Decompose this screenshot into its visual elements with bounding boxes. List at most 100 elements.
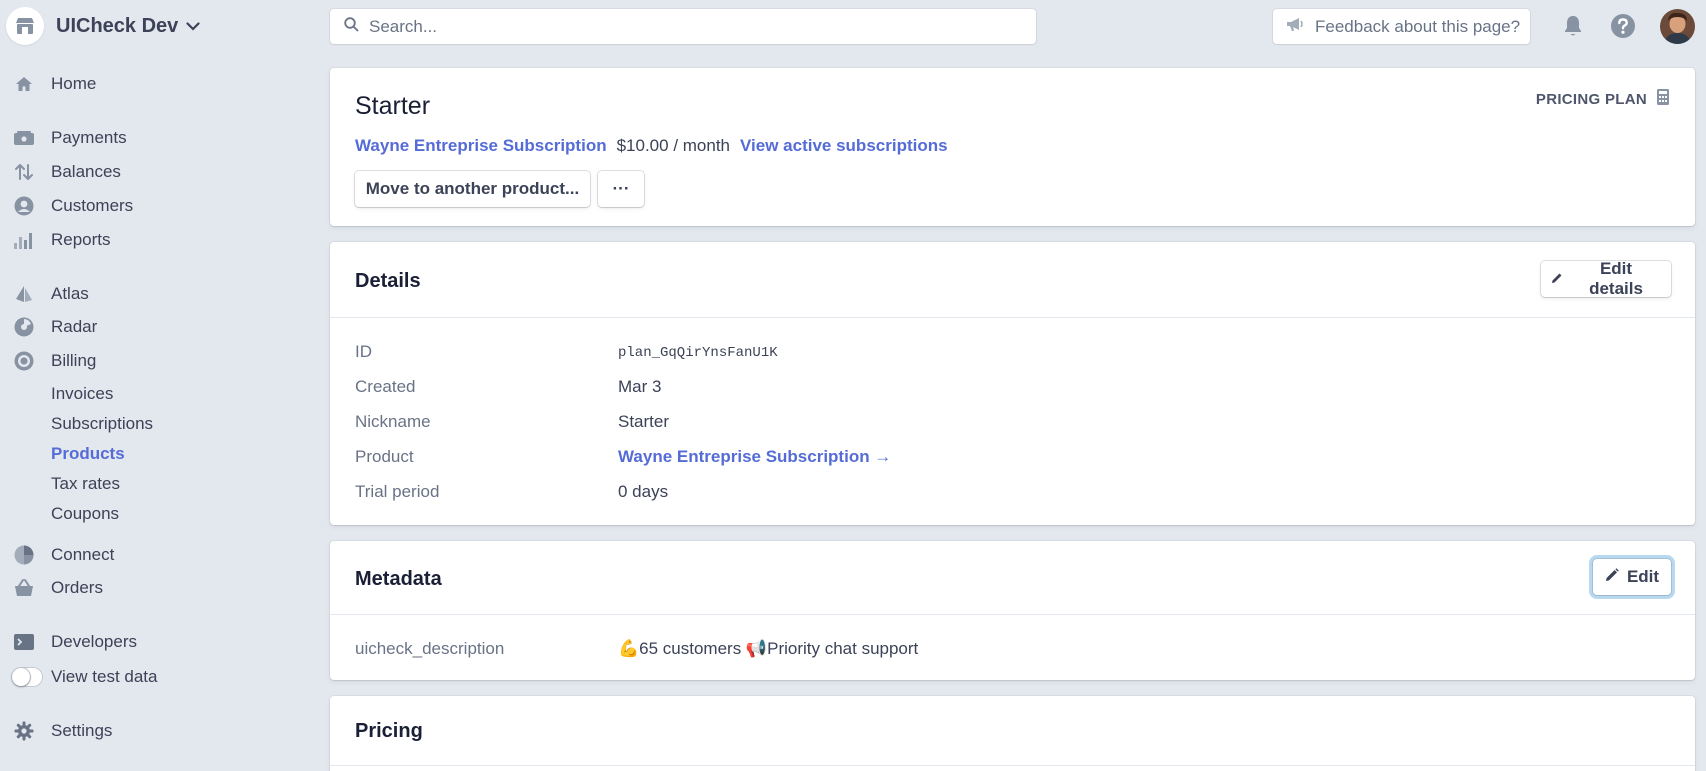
store-icon: [6, 7, 44, 45]
edit-details-button[interactable]: Edit details: [1541, 259, 1671, 298]
sidebar-item-label: Subscriptions: [51, 414, 154, 433]
sidebar-item-billing[interactable]: Billing: [0, 347, 200, 375]
pricing-title: Pricing: [355, 720, 423, 742]
detail-label-nickname: Nickname: [355, 412, 431, 431]
feedback-label: Feedback about this page?: [1315, 16, 1521, 36]
sidebar-item-label: Products: [51, 444, 125, 463]
calculator-icon: [1657, 89, 1669, 110]
detail-value-trial-period: 0 days: [618, 482, 669, 501]
sidebar-item-label: Invoices: [51, 384, 114, 403]
sidebar-item-label: Atlas: [51, 284, 89, 303]
sidebar-item-customers[interactable]: Customers: [0, 192, 200, 220]
product-link[interactable]: Wayne Entreprise Subscription: [355, 136, 607, 156]
edit-metadata-button[interactable]: Edit: [1593, 559, 1671, 595]
plan-summary-row: Wayne Entreprise Subscription $10.00 / m…: [355, 136, 948, 156]
sidebar-item-label: Payments: [51, 128, 127, 147]
edit-metadata-label: Edit: [1626, 567, 1660, 586]
user-avatar[interactable]: [1660, 9, 1695, 44]
billing-icon: [14, 351, 34, 371]
home-icon: [14, 74, 34, 94]
sidebar-item-coupons[interactable]: Coupons: [0, 500, 200, 528]
sidebar-item-label: Radar: [51, 317, 98, 336]
metadata-value: 💪65 customers 📢Priority chat support: [618, 639, 919, 658]
details-title: Details: [355, 270, 421, 292]
detail-value-product-link[interactable]: Wayne Entreprise Subscription →: [618, 447, 891, 467]
sidebar-item-label: Home: [51, 74, 97, 93]
view-test-data-toggle-row[interactable]: View test data: [0, 663, 200, 691]
sidebar-item-label: View test data: [51, 667, 158, 686]
orders-icon: [14, 578, 34, 598]
search-icon: [344, 16, 359, 37]
sidebar-item-settings[interactable]: Settings: [0, 717, 200, 745]
megaphone-icon: [1285, 16, 1305, 37]
sidebar-item-radar[interactable]: Radar: [0, 313, 200, 341]
sidebar-item-label: Coupons: [51, 504, 120, 523]
sidebar-item-tax-rates[interactable]: Tax rates: [0, 470, 200, 498]
sidebar-item-products[interactable]: Products: [0, 440, 200, 468]
detail-value-created: Mar 3: [618, 377, 662, 396]
detail-label-trial-period: Trial period: [355, 482, 440, 501]
chevron-down-icon: [186, 21, 200, 31]
detail-value-nickname: Starter: [618, 412, 670, 431]
detail-value-id: plan_GqQirYnsFanU1K: [618, 345, 778, 361]
balances-icon: [14, 162, 34, 182]
customers-icon: [14, 196, 34, 216]
payments-icon: [14, 128, 34, 148]
sidebar-item-developers[interactable]: Developers: [0, 628, 200, 656]
connect-icon: [14, 545, 34, 565]
sidebar-item-label: Reports: [51, 230, 111, 249]
gear-icon: [14, 721, 34, 741]
detail-label-id: ID: [355, 342, 372, 361]
plan-price: $10.00 / month: [616, 136, 731, 155]
help-icon[interactable]: [1608, 11, 1638, 41]
search-input[interactable]: [369, 16, 1009, 37]
radar-icon: [14, 317, 34, 337]
sidebar-item-label: Balances: [51, 162, 121, 181]
plan-name: Starter: [355, 92, 431, 120]
sidebar-item-balances[interactable]: Balances: [0, 158, 200, 186]
detail-label-product: Product: [355, 447, 414, 466]
sidebar-item-label: Settings: [51, 721, 113, 740]
plan-type-label: PRICING PLAN: [1536, 89, 1669, 110]
sidebar-item-label: Tax rates: [51, 474, 120, 493]
developers-icon: [14, 632, 34, 652]
sidebar-item-invoices[interactable]: Invoices: [0, 380, 200, 408]
test-data-toggle[interactable]: [11, 667, 43, 687]
sidebar-item-payments[interactable]: Payments: [0, 124, 200, 152]
reports-icon: [14, 230, 34, 250]
metadata-key: uicheck_description: [355, 639, 505, 658]
details-card: Details Edit details ID plan_GqQirYnsFan…: [330, 242, 1695, 525]
metadata-divider: [330, 614, 1695, 615]
edit-details-label: Edit details: [1589, 259, 1643, 298]
sidebar-item-subscriptions[interactable]: Subscriptions: [0, 410, 200, 438]
feedback-button[interactable]: Feedback about this page?: [1273, 9, 1530, 44]
pricing-card: Pricing: [330, 696, 1695, 771]
detail-label-created: Created: [355, 377, 416, 396]
atlas-icon: [14, 284, 34, 304]
sidebar-item-connect[interactable]: Connect: [0, 541, 200, 569]
sidebar-item-orders[interactable]: Orders: [0, 574, 200, 602]
details-divider: [330, 317, 1695, 318]
pencil-icon: [1605, 567, 1619, 587]
sidebar-item-label: Customers: [51, 196, 134, 215]
account-name: UICheck Dev: [56, 14, 179, 37]
sidebar-item-atlas[interactable]: Atlas: [0, 280, 200, 308]
sidebar-item-label: Orders: [51, 578, 103, 597]
sidebar-item-label: Connect: [51, 545, 115, 564]
sidebar-item-label: Developers: [51, 632, 137, 651]
sidebar-item-label: Billing: [51, 351, 97, 370]
search-bar[interactable]: [330, 9, 1036, 44]
account-switcher[interactable]: UICheck Dev: [6, 7, 200, 45]
move-to-another-product-button[interactable]: Move to another product...: [355, 171, 590, 207]
metadata-card: Metadata Edit uicheck_description 💪65 cu…: [330, 541, 1695, 680]
metadata-title: Metadata: [355, 568, 442, 590]
view-active-subscriptions-link[interactable]: View active subscriptions: [740, 136, 948, 156]
sidebar-item-home[interactable]: Home: [0, 70, 200, 98]
sidebar-item-reports[interactable]: Reports: [0, 226, 200, 254]
pricing-plan-label: PRICING PLAN: [1535, 91, 1647, 108]
pencil-icon: [1551, 269, 1563, 289]
pricing-divider: [330, 765, 1695, 766]
more-options-button[interactable]: ···: [598, 171, 644, 207]
plan-header-card: Starter PRICING PLAN Wayne Entreprise Su…: [330, 68, 1695, 226]
notifications-bell-icon[interactable]: [1558, 11, 1588, 41]
